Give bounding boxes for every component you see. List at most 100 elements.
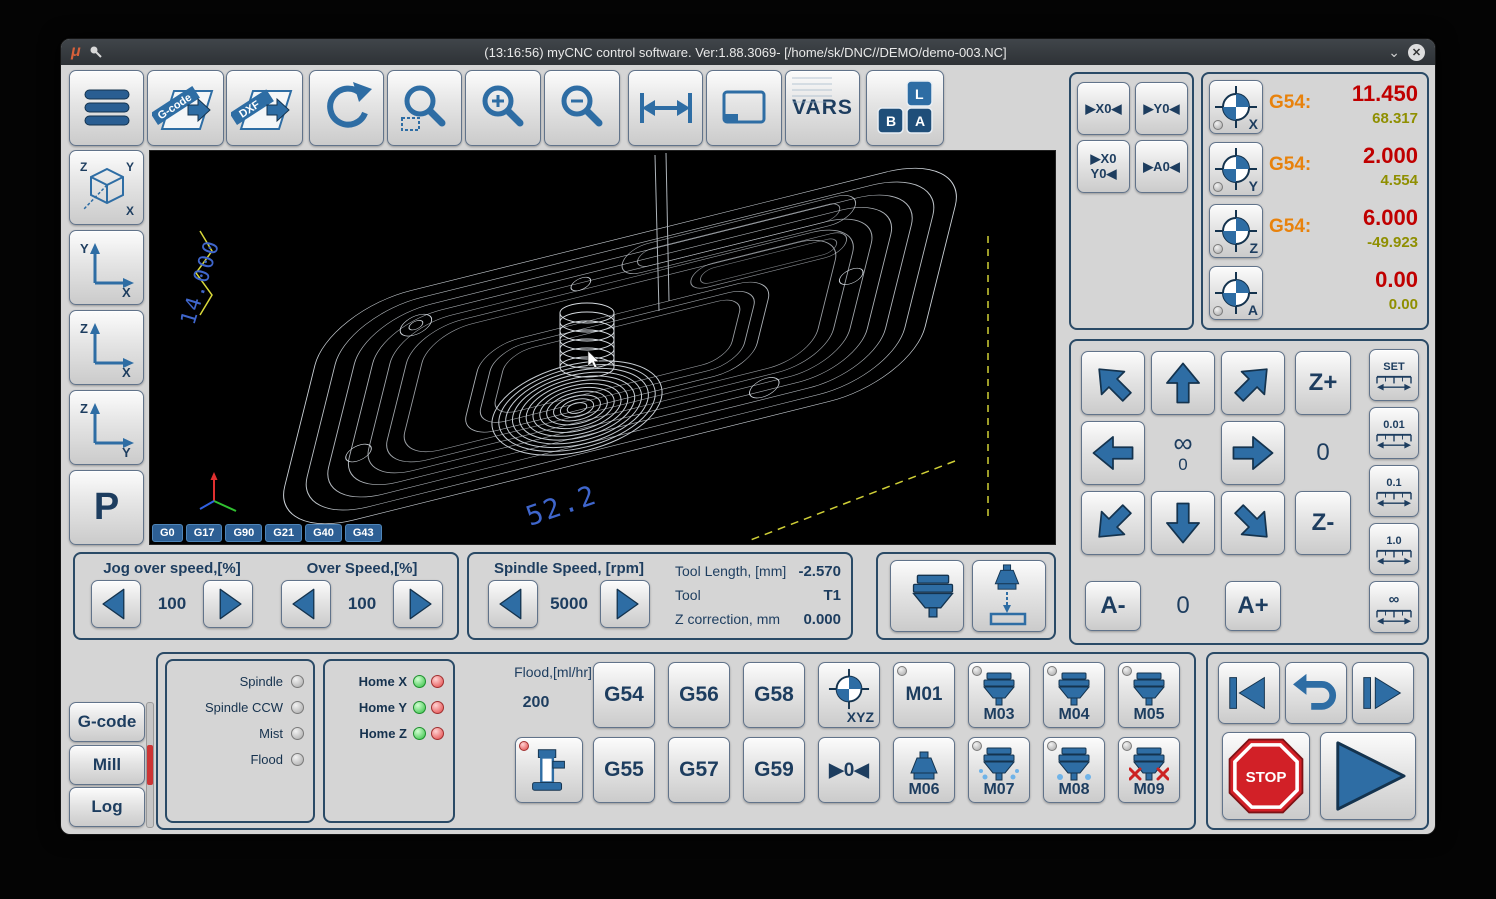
vars-button[interactable]: VARS bbox=[785, 70, 860, 146]
g56-button[interactable]: G56 bbox=[668, 662, 730, 728]
keyboard-button[interactable]: L B A bbox=[866, 70, 944, 146]
spindle-led bbox=[291, 675, 304, 688]
jog-z-minus-button[interactable]: Z- bbox=[1295, 491, 1351, 555]
dro-y-datum-button[interactable]: Y bbox=[1209, 142, 1263, 196]
m05-led bbox=[1122, 666, 1132, 676]
tab-log[interactable]: Log bbox=[69, 787, 145, 827]
tab-mill[interactable]: Mill bbox=[69, 745, 145, 785]
jog-step-set-button[interactable]: SET bbox=[1369, 349, 1419, 401]
open-gcode-button[interactable]: G-code bbox=[147, 70, 224, 146]
m08-button[interactable]: M08 bbox=[1043, 737, 1105, 803]
view-3d-button[interactable]: Z Y X bbox=[69, 150, 144, 225]
active-gcodes-bar: G0 G17 G90 G21 G40 G43 bbox=[152, 524, 382, 542]
jog-step-01-button[interactable]: 0.1 bbox=[1369, 465, 1419, 517]
zoom-out-button[interactable] bbox=[544, 70, 620, 146]
goto-start-button[interactable] bbox=[1218, 662, 1280, 724]
jog-panel: Z+ ∞ 0 0 Z- A- 0 A+ SET 0.01 0.1 1.0 ∞ bbox=[1069, 339, 1429, 645]
view-yz-button[interactable]: Z Y bbox=[69, 390, 144, 465]
toolpath-viewport[interactable]: 14.000 52.2 G0 G17 G90 G21 G40 G43 bbox=[149, 150, 1056, 545]
jog-y-minus-button[interactable] bbox=[1151, 491, 1215, 555]
pin-icon[interactable] bbox=[89, 45, 103, 59]
start-button[interactable] bbox=[1320, 732, 1416, 820]
dro-x-datum-button[interactable]: X bbox=[1209, 80, 1263, 134]
jog-x-minus-button[interactable] bbox=[1081, 421, 1145, 485]
spindle-speed-decrease-button[interactable] bbox=[488, 580, 538, 628]
m09-button[interactable]: M09 bbox=[1118, 737, 1180, 803]
infinity-symbol: ∞ bbox=[1173, 427, 1193, 458]
g54-button[interactable]: G54 bbox=[593, 662, 655, 728]
fit-width-button[interactable] bbox=[628, 70, 703, 146]
xyz-datum-button[interactable]: XYZ bbox=[818, 662, 880, 728]
view-xz-button[interactable]: Z X bbox=[69, 310, 144, 385]
zoom-in-button[interactable] bbox=[465, 70, 541, 146]
arrow-right-icon bbox=[1232, 436, 1274, 470]
reload-button[interactable] bbox=[309, 70, 384, 146]
over-speed-increase-button[interactable] bbox=[393, 580, 443, 628]
jog-over-speed-decrease-button[interactable] bbox=[91, 580, 141, 628]
dro-a-datum-button[interactable]: A bbox=[1209, 266, 1263, 320]
dro-z-datum-button[interactable]: Z bbox=[1209, 204, 1263, 258]
tab-gcode[interactable]: G-code bbox=[69, 702, 145, 742]
arrow-down-right-icon bbox=[1226, 496, 1280, 550]
zero-xy-button[interactable]: ▶X0 Y0◀ bbox=[1077, 140, 1130, 193]
home-y-row: Home Y bbox=[325, 695, 453, 721]
over-speed-decrease-button[interactable] bbox=[281, 580, 331, 628]
g59-button[interactable]: G59 bbox=[743, 737, 805, 803]
zero-x-button[interactable]: ▶X0◀ bbox=[1077, 82, 1130, 135]
svg-text:X: X bbox=[122, 365, 131, 379]
step-label: 1.0 bbox=[1386, 535, 1402, 547]
g58-button[interactable]: G58 bbox=[743, 662, 805, 728]
jog-a-step-value: 0 bbox=[1176, 592, 1190, 619]
jog-x-plus-y-plus-button[interactable] bbox=[1221, 351, 1285, 415]
zero-y-button[interactable]: ▶Y0◀ bbox=[1135, 82, 1188, 135]
close-button[interactable]: ✕ bbox=[1408, 43, 1425, 61]
jog-over-speed-increase-button[interactable] bbox=[203, 580, 253, 628]
g55-button[interactable]: G55 bbox=[593, 737, 655, 803]
jog-a-plus-button[interactable]: A+ bbox=[1225, 581, 1281, 631]
fit-view-button[interactable] bbox=[706, 70, 782, 146]
rewind-button[interactable] bbox=[1285, 662, 1347, 724]
jog-step-1-button[interactable]: 1.0 bbox=[1369, 523, 1419, 575]
tab-scroll-strip[interactable] bbox=[146, 702, 154, 828]
step-forward-button[interactable] bbox=[1352, 662, 1414, 724]
g57-button[interactable]: G57 bbox=[668, 737, 730, 803]
view-xy-button[interactable]: Y X bbox=[69, 230, 144, 305]
jog-step-continuous-button[interactable]: ∞ bbox=[1369, 581, 1419, 633]
m03-button[interactable]: M03 bbox=[968, 662, 1030, 728]
home-x-row: Home X bbox=[325, 669, 453, 695]
goto-zero-button[interactable]: ▶0◀ bbox=[818, 737, 880, 803]
menu-button[interactable] bbox=[69, 70, 144, 146]
jog-x-plus-y-minus-button[interactable] bbox=[1221, 491, 1285, 555]
spindle-tool-button[interactable] bbox=[890, 560, 964, 632]
spindle-speed-value: 5000 bbox=[550, 594, 588, 613]
m04-button[interactable]: M04 bbox=[1043, 662, 1105, 728]
stop-button[interactable]: STOP bbox=[1222, 732, 1310, 820]
tool-measure-button[interactable] bbox=[972, 560, 1046, 632]
zero-a-button[interactable]: ▶A0◀ bbox=[1135, 140, 1188, 193]
coolant-pump-button[interactable] bbox=[515, 737, 583, 803]
arrow-up-right-icon bbox=[1226, 356, 1280, 410]
open-dxf-button[interactable]: DXF bbox=[226, 70, 303, 146]
svg-text:Y: Y bbox=[126, 160, 134, 174]
jog-x-minus-y-minus-button[interactable] bbox=[1081, 491, 1145, 555]
spindle-speed-increase-button[interactable] bbox=[600, 580, 650, 628]
jog-over-speed-value: 100 bbox=[157, 594, 187, 613]
jog-x-plus-button[interactable] bbox=[1221, 421, 1285, 485]
tab-active-indicator bbox=[147, 745, 153, 785]
dro-a-machine-value: 0.00 bbox=[1388, 296, 1418, 313]
fit-view-icon bbox=[722, 90, 766, 124]
zoom-window-button[interactable] bbox=[387, 70, 462, 146]
m01-button[interactable]: M01 bbox=[893, 662, 955, 728]
jog-y-plus-button[interactable] bbox=[1151, 351, 1215, 415]
titlebar-chevron-icon[interactable]: ⌄ bbox=[1388, 45, 1400, 59]
m06-button[interactable]: M06 bbox=[893, 737, 955, 803]
m09-label: M09 bbox=[1133, 781, 1165, 799]
jog-a-minus-button[interactable]: A- bbox=[1085, 581, 1141, 631]
gcode-chip: G0 bbox=[152, 524, 183, 542]
program-button[interactable]: P bbox=[69, 470, 144, 545]
jog-x-minus-y-plus-button[interactable] bbox=[1081, 351, 1145, 415]
jog-step-001-button[interactable]: 0.01 bbox=[1369, 407, 1419, 459]
m07-button[interactable]: M07 bbox=[968, 737, 1030, 803]
m05-button[interactable]: M05 bbox=[1118, 662, 1180, 728]
jog-z-plus-button[interactable]: Z+ bbox=[1295, 351, 1351, 415]
